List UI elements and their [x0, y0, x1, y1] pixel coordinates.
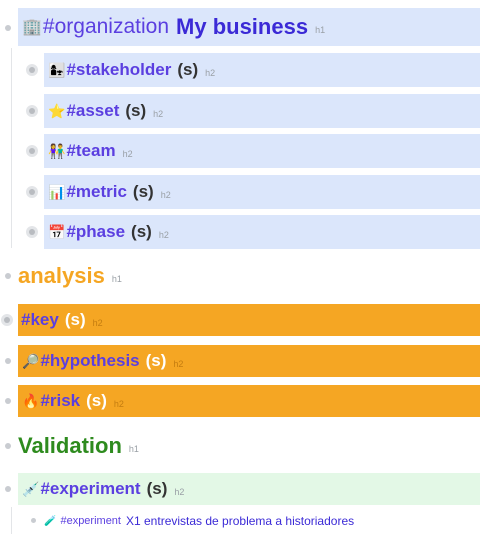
- team-icon: 👫: [48, 142, 66, 159]
- phase-block[interactable]: 📅 #phase (s) h2: [44, 215, 480, 249]
- outline-item-team: 👫 #team h2: [0, 134, 480, 168]
- outline-item-experiment: 💉 #experiment (s) h2: [0, 473, 480, 505]
- bullet-collapsed[interactable]: [29, 67, 35, 73]
- stakeholder-tag[interactable]: #stakeholder: [66, 60, 171, 80]
- heading-level: h2: [158, 229, 169, 240]
- test-tube-icon: 🧪: [44, 515, 57, 527]
- experiment-entry-text: X1 entrevistas de problema a historiador…: [126, 514, 355, 528]
- organization-tag[interactable]: #organization: [43, 15, 169, 39]
- bullet-collapsed[interactable]: [29, 108, 35, 114]
- bullet-collapsed[interactable]: [29, 229, 35, 235]
- fire-icon: 🔥: [22, 392, 40, 409]
- outline-item-key: #key (s) h2: [0, 304, 480, 336]
- experiment-entry[interactable]: 🧪 #experiment X1 entrevistas de problema…: [44, 511, 354, 531]
- bullet-collapsed[interactable]: [4, 317, 10, 323]
- heading-level: h2: [122, 148, 133, 159]
- outline-item-asset: ⭐ #asset (s) h2: [0, 94, 480, 128]
- heading-level: h1: [111, 273, 122, 284]
- magnifier-icon: 🔎: [22, 352, 40, 369]
- asset-tag[interactable]: #asset: [66, 101, 119, 121]
- star-icon: ⭐: [48, 102, 66, 119]
- organization-title: My business: [176, 14, 309, 39]
- heading-level: h1: [128, 443, 139, 454]
- plural-suffix: (s): [64, 310, 86, 329]
- experiment-tag[interactable]: #experiment: [40, 479, 140, 499]
- outline-item-hypothesis: 🔎 #hypothesis (s) h2: [0, 345, 480, 377]
- bullet[interactable]: [31, 518, 36, 523]
- plural-suffix: (s): [86, 391, 107, 410]
- key-block[interactable]: #key (s) h2: [18, 304, 480, 336]
- bar-chart-icon: 📊: [48, 183, 66, 200]
- heading-level: h2: [205, 67, 216, 78]
- plural-suffix: (s): [145, 351, 167, 370]
- risk-tag[interactable]: #risk: [40, 391, 80, 411]
- people-icon: 👩‍👧: [48, 61, 66, 78]
- plural-suffix: (s): [132, 182, 154, 201]
- asset-block[interactable]: ⭐ #asset (s) h2: [44, 94, 480, 128]
- phase-tag[interactable]: #phase: [66, 222, 125, 242]
- metric-tag[interactable]: #metric: [66, 182, 126, 202]
- plural-suffix: (s): [177, 60, 199, 79]
- bullet[interactable]: [5, 486, 11, 492]
- outline-item-risk: 🔥 #risk (s) h2: [0, 385, 480, 417]
- hypothesis-tag[interactable]: #hypothesis: [40, 351, 139, 371]
- organization-block[interactable]: 🏢 #organization My business h1: [18, 8, 480, 46]
- outline-item-stakeholder: 👩‍👧 #stakeholder (s) h2: [0, 53, 480, 87]
- heading-level: h2: [174, 486, 185, 497]
- heading-level: h2: [160, 189, 171, 200]
- plural-suffix: (s): [146, 479, 168, 498]
- key-tag[interactable]: #key: [21, 310, 59, 330]
- outline-item-organization: 🏢 #organization My business h1: [0, 8, 480, 46]
- team-block[interactable]: 👫 #team h2: [44, 134, 480, 168]
- stakeholder-block[interactable]: 👩‍👧 #stakeholder (s) h2: [44, 53, 480, 87]
- validation-title: Validation: [18, 433, 122, 458]
- bullet-collapsed[interactable]: [29, 148, 35, 154]
- validation-heading[interactable]: Validation h1: [18, 428, 139, 464]
- analysis-heading[interactable]: analysis h1: [18, 258, 122, 294]
- plural-suffix: (s): [125, 101, 147, 120]
- analysis-title: analysis: [18, 263, 105, 288]
- bullet[interactable]: [5, 358, 11, 364]
- outline-item-phase: 📅 #phase (s) h2: [0, 215, 480, 249]
- bullet-collapsed[interactable]: [29, 189, 35, 195]
- hypothesis-block[interactable]: 🔎 #hypothesis (s) h2: [18, 345, 480, 377]
- outline-item-metric: 📊 #metric (s) h2: [0, 175, 480, 209]
- experiment-block[interactable]: 💉 #experiment (s) h2: [18, 473, 480, 505]
- plural-suffix: (s): [131, 222, 152, 241]
- risk-block[interactable]: 🔥 #risk (s) h2: [18, 385, 480, 417]
- outline-item-analysis: analysis h1: [0, 258, 480, 294]
- metric-block[interactable]: 📊 #metric (s) h2: [44, 175, 480, 209]
- calendar-icon: 📅: [48, 223, 66, 240]
- heading-level: h2: [113, 398, 124, 409]
- syringe-icon: 💉: [22, 480, 40, 497]
- heading-level: h2: [153, 108, 164, 119]
- team-tag[interactable]: #team: [66, 141, 115, 161]
- experiment-entry-tag[interactable]: #experiment: [60, 515, 121, 527]
- heading-level: h2: [173, 358, 184, 369]
- bullet[interactable]: [5, 398, 11, 404]
- heading-level: h2: [92, 317, 103, 328]
- bullet[interactable]: [5, 273, 11, 279]
- heading-level: h1: [315, 24, 326, 35]
- bullet[interactable]: [5, 443, 11, 449]
- outline-item-validation: Validation h1: [0, 428, 480, 464]
- office-building-icon: 🏢: [22, 19, 42, 36]
- outline-item-experiment-entry: 🧪 #experiment X1 entrevistas de problema…: [0, 511, 480, 531]
- bullet[interactable]: [5, 25, 11, 31]
